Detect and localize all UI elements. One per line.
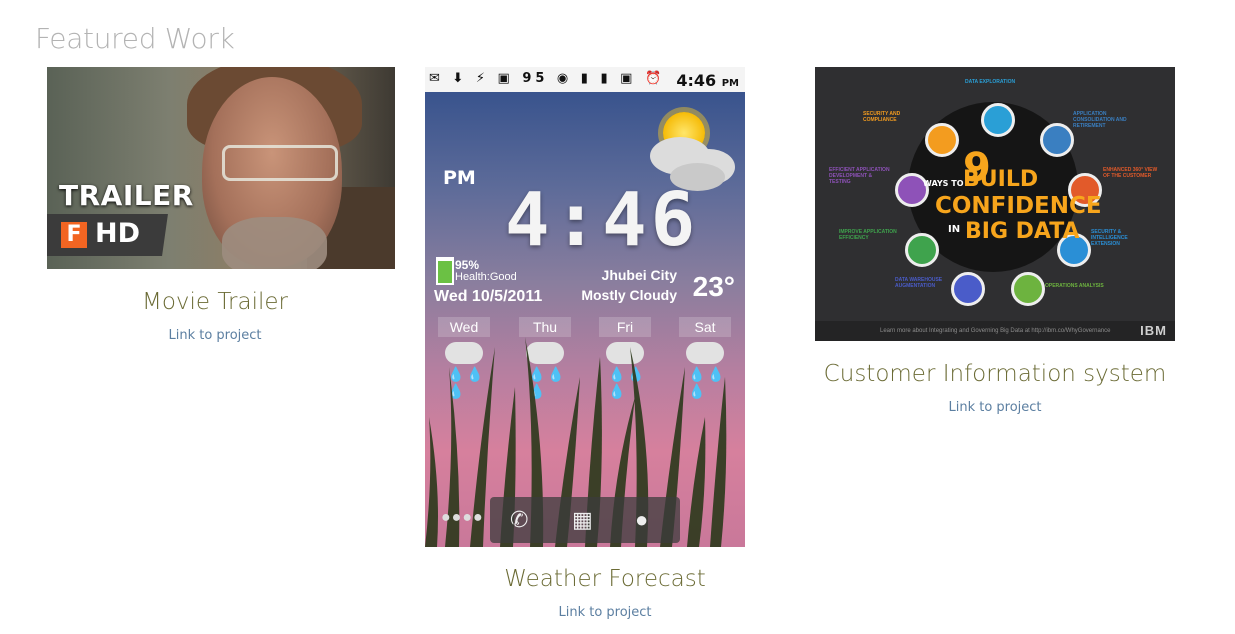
clock-time: 4:46	[505, 177, 700, 263]
topic-security-intelligence: SECURITY & INTELLIGENCE EXTENSION	[1091, 229, 1128, 247]
movie-trailer-thumbnail[interactable]: TRAILER F HD	[47, 67, 395, 269]
thumb-beard-shape	[222, 217, 327, 269]
chart-line-icon	[1011, 272, 1045, 306]
clock-ampm: PM	[443, 167, 476, 189]
weather-city: Jhubei City	[601, 267, 677, 283]
app-drawer-dots-icon: ●●●●	[441, 509, 484, 526]
network-icon	[1040, 123, 1074, 157]
phone-status-bar: ✉ ⬇ ⚡ ▣ 95 ◉ ▮ ▮ ▣ ⏰ 4:46 PM	[425, 67, 745, 92]
project-title-customer-information-system: Customer Information system	[823, 361, 1167, 387]
topic-data-warehouse: DATA WAREHOUSE AUGMENTATION	[895, 277, 943, 289]
infographic-build: BUILD	[963, 167, 1039, 192]
topic-customer-view: ENHANCED 360° VIEW OF THE CUSTOMER	[1103, 167, 1158, 179]
browser-globe-icon: ●	[635, 507, 649, 532]
search-icon	[981, 103, 1015, 137]
weather-temperature: 23°	[692, 271, 735, 302]
wrench-icon	[905, 233, 939, 267]
hd-badge-text: HD	[95, 218, 141, 249]
infographic-big-data: BIG DATA	[965, 219, 1080, 244]
weather-condition: Mostly Cloudy	[581, 287, 677, 303]
battery-health: Health:Good	[455, 271, 517, 283]
trailer-overlay-text: TRAILER	[59, 179, 194, 212]
battery-percent: 95%	[455, 258, 480, 272]
topic-operations-analysis: OPERATIONS ANALYSIS	[1045, 283, 1104, 289]
fandango-logo-icon: F	[61, 222, 87, 248]
status-time-ampm: PM	[721, 78, 739, 89]
status-level-text: 95	[522, 71, 549, 86]
topic-app-development: EFFICIENT APPLICATION DEVELOPMENT & TEST…	[829, 167, 890, 185]
project-link-movie-trailer[interactable]: Link to project	[168, 328, 261, 343]
battery-icon	[436, 257, 454, 285]
weather-date: Wed 10/5/2011	[434, 288, 543, 305]
status-time-value: 4:46	[676, 71, 717, 90]
project-title-movie-trailer: Movie Trailer	[142, 289, 288, 315]
topic-data-exploration: DATA EXPLORATION	[965, 79, 1016, 85]
infographic-ways-to: WAYS TO	[923, 179, 964, 188]
topic-app-consolidation: APPLICATION CONSOLIDATION AND RETIREMENT	[1073, 111, 1127, 129]
topic-app-efficiency: IMPROVE APPLICATION EFFICIENCY	[839, 229, 897, 241]
lock-icon	[925, 123, 959, 157]
thumb-glasses-shape	[222, 145, 338, 181]
infographic-confidence: CONFIDENCE	[935, 193, 1102, 219]
weather-forecast-thumbnail[interactable]: ✉ ⬇ ⚡ ▣ 95 ◉ ▮ ▮ ▣ ⏰ 4:46 PM PM 4:46 95%…	[425, 67, 745, 547]
big-data-infographic-thumbnail[interactable]: 9 WAYS TO BUILD CONFIDENCE IN BIG DATA D…	[815, 67, 1175, 341]
project-title-weather-forecast: Weather Forecast	[504, 566, 706, 592]
apps-grid-icon: ▦	[572, 507, 593, 532]
project-link-customer-information-system[interactable]: Link to project	[948, 400, 1041, 415]
topic-security-compliance: SECURITY AND COMPLIANCE	[863, 111, 901, 123]
section-title: Featured Work	[35, 22, 235, 55]
status-time: 4:46 PM	[676, 71, 739, 90]
phone-icon: ✆	[510, 507, 529, 532]
status-icons: ✉ ⬇ ⚡ ▣ 95 ◉ ▮ ▮ ▣ ⏰	[429, 71, 666, 86]
project-link-weather-forecast[interactable]: Link to project	[558, 605, 651, 620]
ibm-logo: IBM	[1140, 323, 1167, 338]
phone-dock: ✆ ▦ ●	[490, 497, 680, 543]
infographic-in: IN	[948, 224, 961, 235]
infographic-footer: Learn more about Integrating and Governi…	[815, 321, 1175, 341]
